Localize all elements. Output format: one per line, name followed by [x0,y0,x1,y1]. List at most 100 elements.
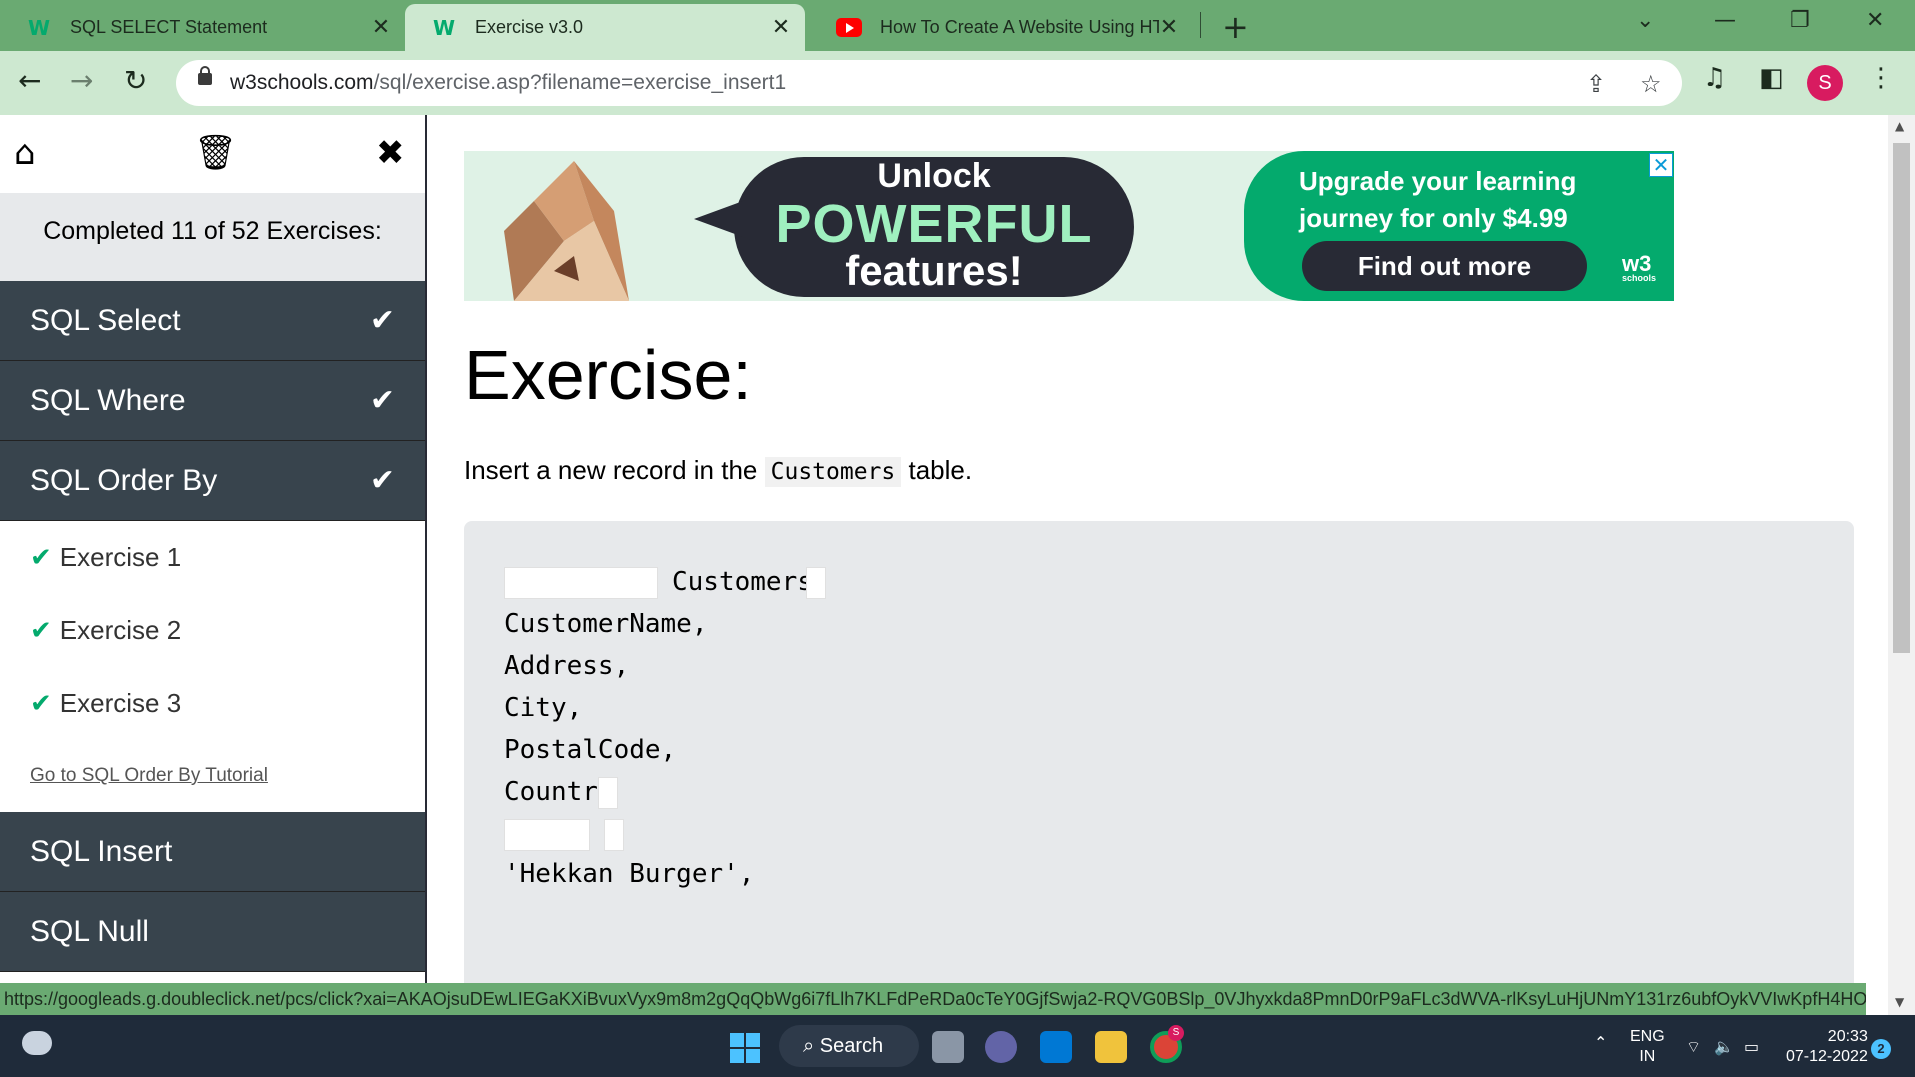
trash-icon[interactable]: 🗑 [194,133,237,173]
scroll-up-icon[interactable]: ▲ [1895,119,1904,133]
tab-title: Exercise v3.0 [475,17,584,37]
checkmark-icon: ✔ [30,688,52,719]
close-icon[interactable]: ✕ [1159,15,1179,40]
answer-input-4[interactable] [504,819,590,851]
search-icon: ⌕ [803,1035,820,1057]
url-host: w3schools.com [230,71,374,94]
main-content: Unlock POWERFUL features! Upgrade your l… [429,115,1888,983]
profile-avatar[interactable]: S [1807,65,1843,101]
ad-line-3: features! [845,247,1023,294]
ad-banner[interactable]: Unlock POWERFUL features! Upgrade your l… [464,151,1674,301]
w3schools-logo: w3 schools [1622,251,1656,283]
vertical-scrollbar[interactable]: ▲ ▼ [1888,115,1915,1015]
find-out-more-button[interactable]: Find out more [1302,241,1587,291]
media-control-icon[interactable]: ♫ [1703,63,1726,93]
language-indicator[interactable]: ENG IN [1630,1027,1665,1067]
notification-badge[interactable]: 2 [1871,1039,1891,1059]
close-icon[interactable]: ✕ [771,15,791,40]
url-text[interactable]: w3schools.com/sql/exercise.asp?filename=… [230,71,786,95]
teams-chat-icon[interactable] [985,1031,1017,1063]
exercise-item-3[interactable]: ✔ Exercise 3 [0,667,425,740]
answer-input-2[interactable] [806,567,826,599]
exercise-sidebar: ⌂ 🗑 ✖ Completed 11 of 52 Exercises: SQL … [0,115,427,983]
address-bar[interactable]: w3schools.com/sql/exercise.asp?filename=… [176,60,1682,106]
fox-mascot-icon [504,161,629,301]
lang-top: ENG [1630,1028,1665,1045]
browser-tab-strip: W SQL SELECT Statement ✕ W Exercise v3.0… [0,0,1915,51]
code-line: PostalCode, [504,735,677,765]
chrome-profile-badge: S [1168,1025,1184,1041]
menu-kebab-icon[interactable]: ⋮ [1868,63,1894,93]
tab-youtube[interactable]: How To Create A Website Using HTM ✕ [808,4,1193,51]
exercise-label: Exercise 2 [59,615,182,645]
page-title: Exercise: [464,336,752,414]
reload-button[interactable]: ↻ [124,64,147,97]
checkmark-icon: ✔ [30,615,52,646]
sidebar-category-sql-null[interactable]: SQL Null [0,892,425,972]
close-window-button[interactable]: ✕ [1866,8,1884,33]
file-explorer-icon[interactable] [1095,1031,1127,1063]
exercise-label: Exercise 1 [59,542,182,572]
close-icon[interactable]: ✖ [376,133,405,173]
category-label: SQL Where [30,383,186,417]
forward-button[interactable]: → [70,64,93,97]
back-button[interactable]: ← [18,64,41,97]
code-line: CustomerName, [504,609,708,639]
volume-icon[interactable]: 🔈 [1714,1037,1734,1057]
clock[interactable]: 20:33 07-12-2022 [1786,1027,1868,1067]
desc-text: table. [908,455,973,485]
ad-upgrade-text: Upgrade your learning journey for only $… [1299,166,1577,233]
scrollbar-thumb[interactable] [1893,143,1910,653]
answer-input-5[interactable] [604,819,624,851]
sidebar-category-sql-select[interactable]: SQL Select ✔ [0,281,425,361]
close-icon[interactable]: ✕ [371,15,391,40]
logo-subtext: schools [1622,273,1657,283]
sidebar-category-sql-insert[interactable]: SQL Insert [0,812,425,892]
tutorial-link[interactable]: Go to SQL Order By Tutorial [0,740,425,812]
exercise-item-2[interactable]: ✔ Exercise 2 [0,594,425,667]
home-icon[interactable]: ⌂ [14,133,36,173]
lock-icon[interactable] [198,66,212,85]
tab-exercise[interactable]: W Exercise v3.0 ✕ [405,4,805,51]
windows-taskbar: ⌕ Search S ⌃ ENG IN ⌔ 🔈 ▭ 20:33 07-12-2022… [0,1015,1915,1077]
minimize-button[interactable]: — [1714,8,1736,33]
progress-text: Completed 11 of 52 Exercises: [0,193,425,281]
bookmark-star-icon[interactable]: ☆ [1640,70,1662,98]
restore-button[interactable]: ❐ [1790,8,1810,33]
share-icon[interactable]: ⇪ [1586,70,1606,98]
taskbar-search[interactable]: ⌕ Search [779,1025,919,1067]
answer-input-3[interactable] [598,777,618,809]
sidebar-category-sql-where[interactable]: SQL Where ✔ [0,361,425,441]
code-table-name: Customers [672,567,813,597]
ad-close-icon[interactable]: ✕ [1649,153,1673,177]
lang-bottom: IN [1639,1048,1656,1065]
task-view-icon[interactable] [932,1031,964,1063]
ad-line-2: POWERFUL [775,194,1093,254]
windows-start-icon[interactable] [730,1033,760,1063]
tab-search-icon[interactable]: ⌄ [1636,8,1654,33]
weather-icon[interactable] [22,1031,52,1055]
category-label: SQL Order By [30,463,218,497]
wifi-icon[interactable]: ⌔ [1686,1037,1701,1057]
clock-date: 07-12-2022 [1786,1048,1868,1065]
chevron-up-icon[interactable]: ⌃ [1594,1033,1607,1053]
category-label: SQL Select [30,303,181,337]
search-label: Search [819,1035,884,1057]
url-path: /sql/exercise.asp?filename=exercise_inse… [373,71,787,94]
sidebar-category-sql-order-by[interactable]: SQL Order By ✔ [0,441,425,521]
new-tab-button[interactable]: + [1222,8,1249,46]
checkmark-icon: ✔ [369,383,395,418]
category-label: SQL Null [30,914,149,948]
tab-title: SQL SELECT Statement [70,17,268,37]
vscode-icon[interactable] [1040,1031,1072,1063]
status-link-preview: https://googleads.g.doubleclick.net/pcs/… [0,983,1866,1015]
tab-sql-select[interactable]: W SQL SELECT Statement ✕ [0,4,405,51]
clock-time: 20:33 [1827,1028,1868,1045]
exercise-item-1[interactable]: ✔ Exercise 1 [0,521,425,594]
browser-toolbar: ← → ↻ w3schools.com/sql/exercise.asp?fil… [0,51,1915,115]
exercise-description: Insert a new record in the Customers tab… [464,455,973,487]
side-panel-icon[interactable]: ◧ [1759,63,1784,93]
battery-icon[interactable]: ▭ [1744,1037,1759,1057]
scroll-down-icon[interactable]: ▼ [1895,995,1904,1009]
answer-input-1[interactable] [504,567,658,599]
